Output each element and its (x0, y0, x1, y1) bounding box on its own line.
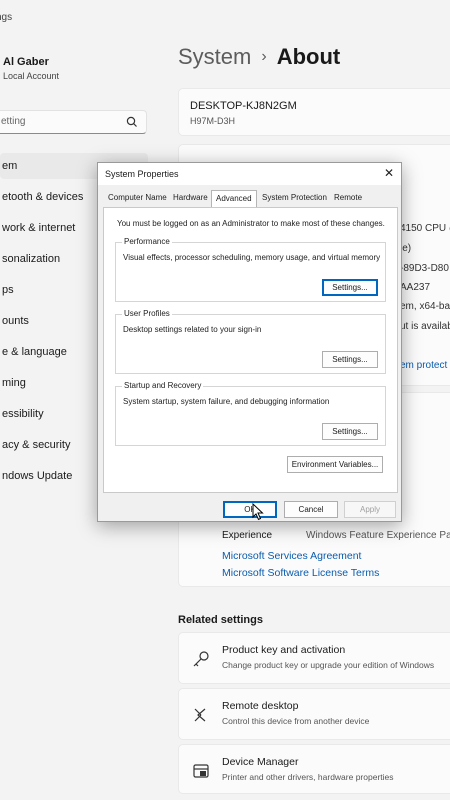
account-type: Local Account (3, 71, 60, 81)
remote-desktop-subtitle: Control this device from another device (222, 716, 370, 726)
sidebar-item-label: essibility (2, 408, 44, 420)
startup-recovery-description: System startup, system failure, and debu… (123, 397, 330, 406)
system-properties-dialog: System Properties ✕ Computer Name Hardwa… (97, 162, 402, 522)
tab-advanced[interactable]: Advanced (211, 190, 257, 208)
sidebar-item-label: work & internet (2, 222, 76, 234)
startup-recovery-settings-button[interactable]: Settings... (322, 423, 378, 440)
breadcrumb-separator: › (261, 48, 267, 65)
apply-button[interactable]: Apply (344, 501, 396, 518)
sidebar-item-label: ndows Update (2, 470, 73, 482)
sidebar-item-label: ps (2, 284, 14, 296)
sidebar-item-label: etooth & devices (2, 191, 84, 203)
spec-system-type: em, x64-ba (400, 301, 450, 312)
sidebar-item-label: acy & security (2, 439, 71, 451)
user-profiles-description: Desktop settings related to your sign-in (123, 325, 262, 334)
device-name: DESKTOP-KJ8N2GM (190, 100, 297, 112)
tab-remote[interactable]: Remote (334, 193, 362, 207)
sidebar-item-label: sonalization (2, 253, 61, 265)
app-title: ngs (0, 12, 13, 23)
remote-desktop-title: Remote desktop (222, 700, 299, 712)
performance-legend: Performance (122, 237, 172, 246)
user-profiles-legend: User Profiles (122, 309, 172, 318)
spec-device-id: -89D3-D80 (400, 263, 449, 274)
environment-variables-button[interactable]: Environment Variables... (287, 456, 383, 473)
profile-name: Al Gaber (3, 56, 49, 68)
product-key-title: Product key and activation (222, 644, 346, 656)
remote-desktop-icon (194, 708, 206, 722)
mouse-cursor-icon (252, 503, 264, 521)
settings-search-input[interactable]: etting (0, 110, 147, 134)
experience-value: Windows Feature Experience Pa (306, 530, 450, 541)
user-profiles-group: User Profiles Desktop settings related t… (115, 309, 386, 374)
spec-pen-touch: ut is availab (400, 321, 450, 332)
page-title: About (276, 44, 341, 69)
sidebar-item-label: ounts (2, 315, 29, 327)
tab-hardware[interactable]: Hardware (173, 193, 208, 207)
admin-notice: You must be logged on as an Administrato… (117, 219, 385, 228)
system-protection-link[interactable]: em protect (400, 360, 447, 371)
startup-recovery-group: Startup and Recovery System startup, sys… (115, 381, 386, 446)
experience-label: Experience (222, 530, 273, 541)
license-terms-link[interactable]: Microsoft Software License Terms (222, 567, 379, 579)
user-profiles-settings-button[interactable]: Settings... (322, 351, 378, 368)
search-icon[interactable] (125, 115, 139, 129)
tab-system-protection[interactable]: System Protection (262, 193, 327, 207)
sidebar-item-label: e & language (2, 346, 67, 358)
cancel-button[interactable]: Cancel (284, 501, 338, 518)
close-icon[interactable]: ✕ (381, 165, 397, 181)
device-model: H97M-D3H (190, 116, 236, 126)
performance-description: Visual effects, processor scheduling, me… (123, 253, 381, 262)
device-manager-card[interactable]: Device Manager Printer and other drivers… (178, 744, 450, 794)
tab-computer-name[interactable]: Computer Name (108, 193, 167, 207)
device-manager-icon (193, 764, 209, 778)
device-name-card (178, 88, 450, 136)
device-manager-subtitle: Printer and other drivers, hardware prop… (222, 772, 394, 782)
device-manager-title: Device Manager (222, 756, 299, 768)
sidebar-item-label: ming (2, 377, 26, 389)
remote-desktop-card[interactable]: Remote desktop Control this device from … (178, 688, 450, 740)
advanced-tab-panel: You must be logged on as an Administrato… (103, 207, 398, 493)
startup-recovery-legend: Startup and Recovery (122, 381, 204, 390)
breadcrumb: System › About (178, 44, 340, 70)
breadcrumb-parent[interactable]: System (178, 44, 251, 69)
ok-button[interactable]: OK (223, 501, 277, 518)
product-key-card[interactable]: Product key and activation Change produc… (178, 632, 450, 684)
services-agreement-link[interactable]: Microsoft Services Agreement (222, 550, 361, 562)
sidebar-item-label: em (2, 160, 18, 172)
performance-settings-button[interactable]: Settings... (322, 279, 378, 296)
spec-processor: 4150 CPU @ (400, 223, 450, 234)
spec-product-id: AA237 (400, 282, 431, 293)
dialog-title: System Properties (105, 169, 179, 179)
related-settings-title: Related settings (178, 614, 263, 626)
product-key-subtitle: Change product key or upgrade your editi… (222, 660, 435, 670)
performance-group: Performance Visual effects, processor sc… (115, 237, 386, 302)
search-placeholder: etting (1, 116, 26, 127)
key-icon (193, 651, 209, 667)
